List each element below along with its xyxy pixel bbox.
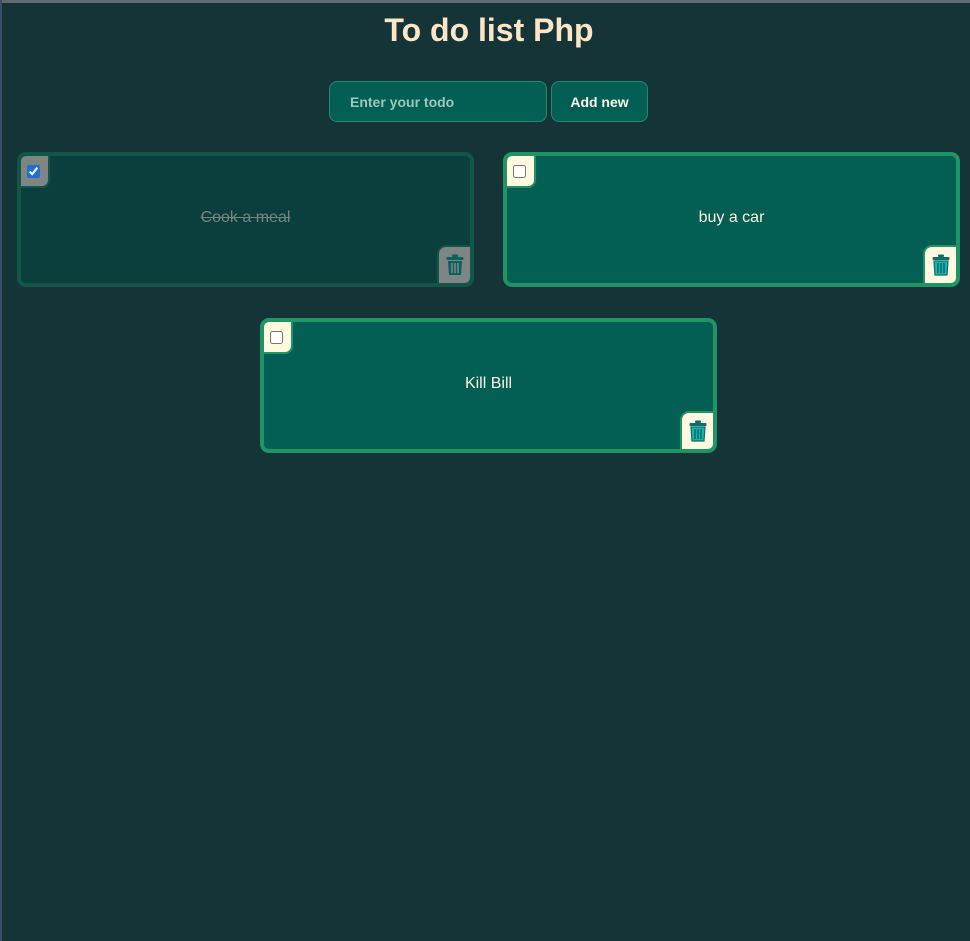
todo-checkbox[interactable] [270, 331, 283, 344]
todo-checkbox[interactable] [513, 165, 526, 178]
page-title: To do list Php [384, 12, 594, 48]
todo-checkbox[interactable] [27, 165, 40, 178]
todo-card: Cook a meal [17, 152, 474, 287]
delete-button[interactable] [923, 245, 956, 283]
window-top-edge [0, 0, 970, 3]
add-new-button[interactable]: Add new [551, 81, 648, 122]
delete-button[interactable] [437, 245, 470, 283]
todo-input[interactable] [329, 81, 547, 122]
todo-text: buy a car [698, 209, 765, 226]
todo-checkbox-container [21, 156, 50, 188]
todo-checkbox-container [264, 322, 293, 354]
window-left-edge [0, 0, 2, 941]
todo-card: Kill Bill [260, 318, 717, 453]
add-todo-form: Add new [329, 81, 649, 123]
todo-card: buy a car [503, 152, 960, 287]
delete-button[interactable] [680, 411, 713, 449]
trash-icon [446, 254, 463, 275]
trash-icon [932, 254, 949, 276]
todo-text: Kill Bill [464, 375, 513, 392]
todo-text: Cook a meal [200, 209, 291, 226]
todo-checkbox-container [507, 156, 536, 188]
trash-icon [689, 420, 706, 442]
